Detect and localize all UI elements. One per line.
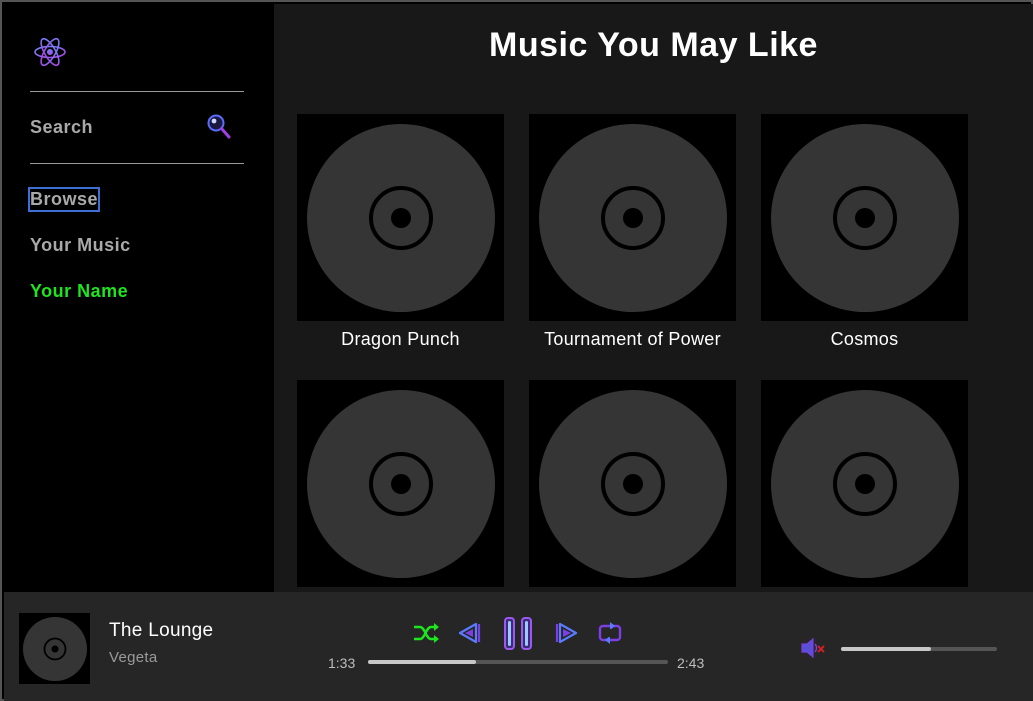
disc-icon: [22, 616, 87, 681]
next-icon[interactable]: [554, 621, 580, 645]
album-cover: [761, 380, 968, 587]
disc-icon: [306, 123, 495, 312]
album-card[interactable]: [761, 380, 968, 592]
progress-fill: [368, 660, 476, 664]
album-card[interactable]: [297, 380, 504, 592]
album-card[interactable]: Tournament of Power: [529, 114, 736, 350]
album-title: Dragon Punch: [341, 329, 460, 349]
search-label[interactable]: Search: [30, 117, 93, 138]
sidebar: Search Browse Your Music Your Name: [4, 4, 274, 592]
previous-icon[interactable]: [456, 621, 482, 645]
volume-fill: [841, 647, 932, 651]
album-title: Cosmos: [830, 329, 899, 349]
total-time: 2:43: [677, 655, 705, 671]
now-playing-cover[interactable]: [19, 613, 90, 684]
album-cover: [761, 114, 968, 321]
pause-icon[interactable]: [503, 616, 533, 651]
sidebar-item-your-name[interactable]: Your Name: [30, 281, 128, 302]
volume-slider[interactable]: [841, 647, 997, 651]
atom-icon[interactable]: [32, 34, 68, 70]
repeat-icon[interactable]: [597, 621, 623, 645]
album-card[interactable]: Cosmos: [761, 114, 968, 350]
disc-icon: [306, 389, 495, 578]
album-title: Tournament of Power: [544, 329, 721, 349]
app-window: Search Browse Your Music Your Name Music…: [0, 0, 1033, 701]
album-card[interactable]: [529, 380, 736, 592]
sidebar-divider-bottom: [30, 163, 244, 164]
disc-icon: [770, 123, 959, 312]
album-cover: [529, 114, 736, 321]
album-cover: [297, 114, 504, 321]
sidebar-item-your-music[interactable]: Your Music: [30, 235, 131, 256]
album-cover: [297, 380, 504, 587]
now-playing-title[interactable]: The Lounge: [109, 620, 213, 642]
elapsed-time: 1:33: [328, 655, 356, 671]
search-icon[interactable]: [206, 113, 232, 141]
page-title: Music You May Like: [489, 26, 818, 64]
album-card[interactable]: Dragon Punch: [297, 114, 504, 350]
sidebar-item-browse[interactable]: Browse: [27, 187, 101, 212]
progress-bar[interactable]: [368, 660, 668, 664]
disc-icon: [538, 123, 727, 312]
disc-icon: [538, 389, 727, 578]
disc-icon: [770, 389, 959, 578]
volume-muted-icon[interactable]: [800, 637, 826, 659]
main-content: Music You May Like Dragon Punch Tourname…: [274, 4, 1033, 592]
now-playing-artist[interactable]: Vegeta: [109, 649, 158, 666]
player-bar: The Lounge Vegeta 1:33 2:43: [4, 592, 1033, 701]
sidebar-divider-top: [30, 91, 244, 92]
shuffle-icon[interactable]: [412, 622, 440, 644]
album-cover: [529, 380, 736, 587]
